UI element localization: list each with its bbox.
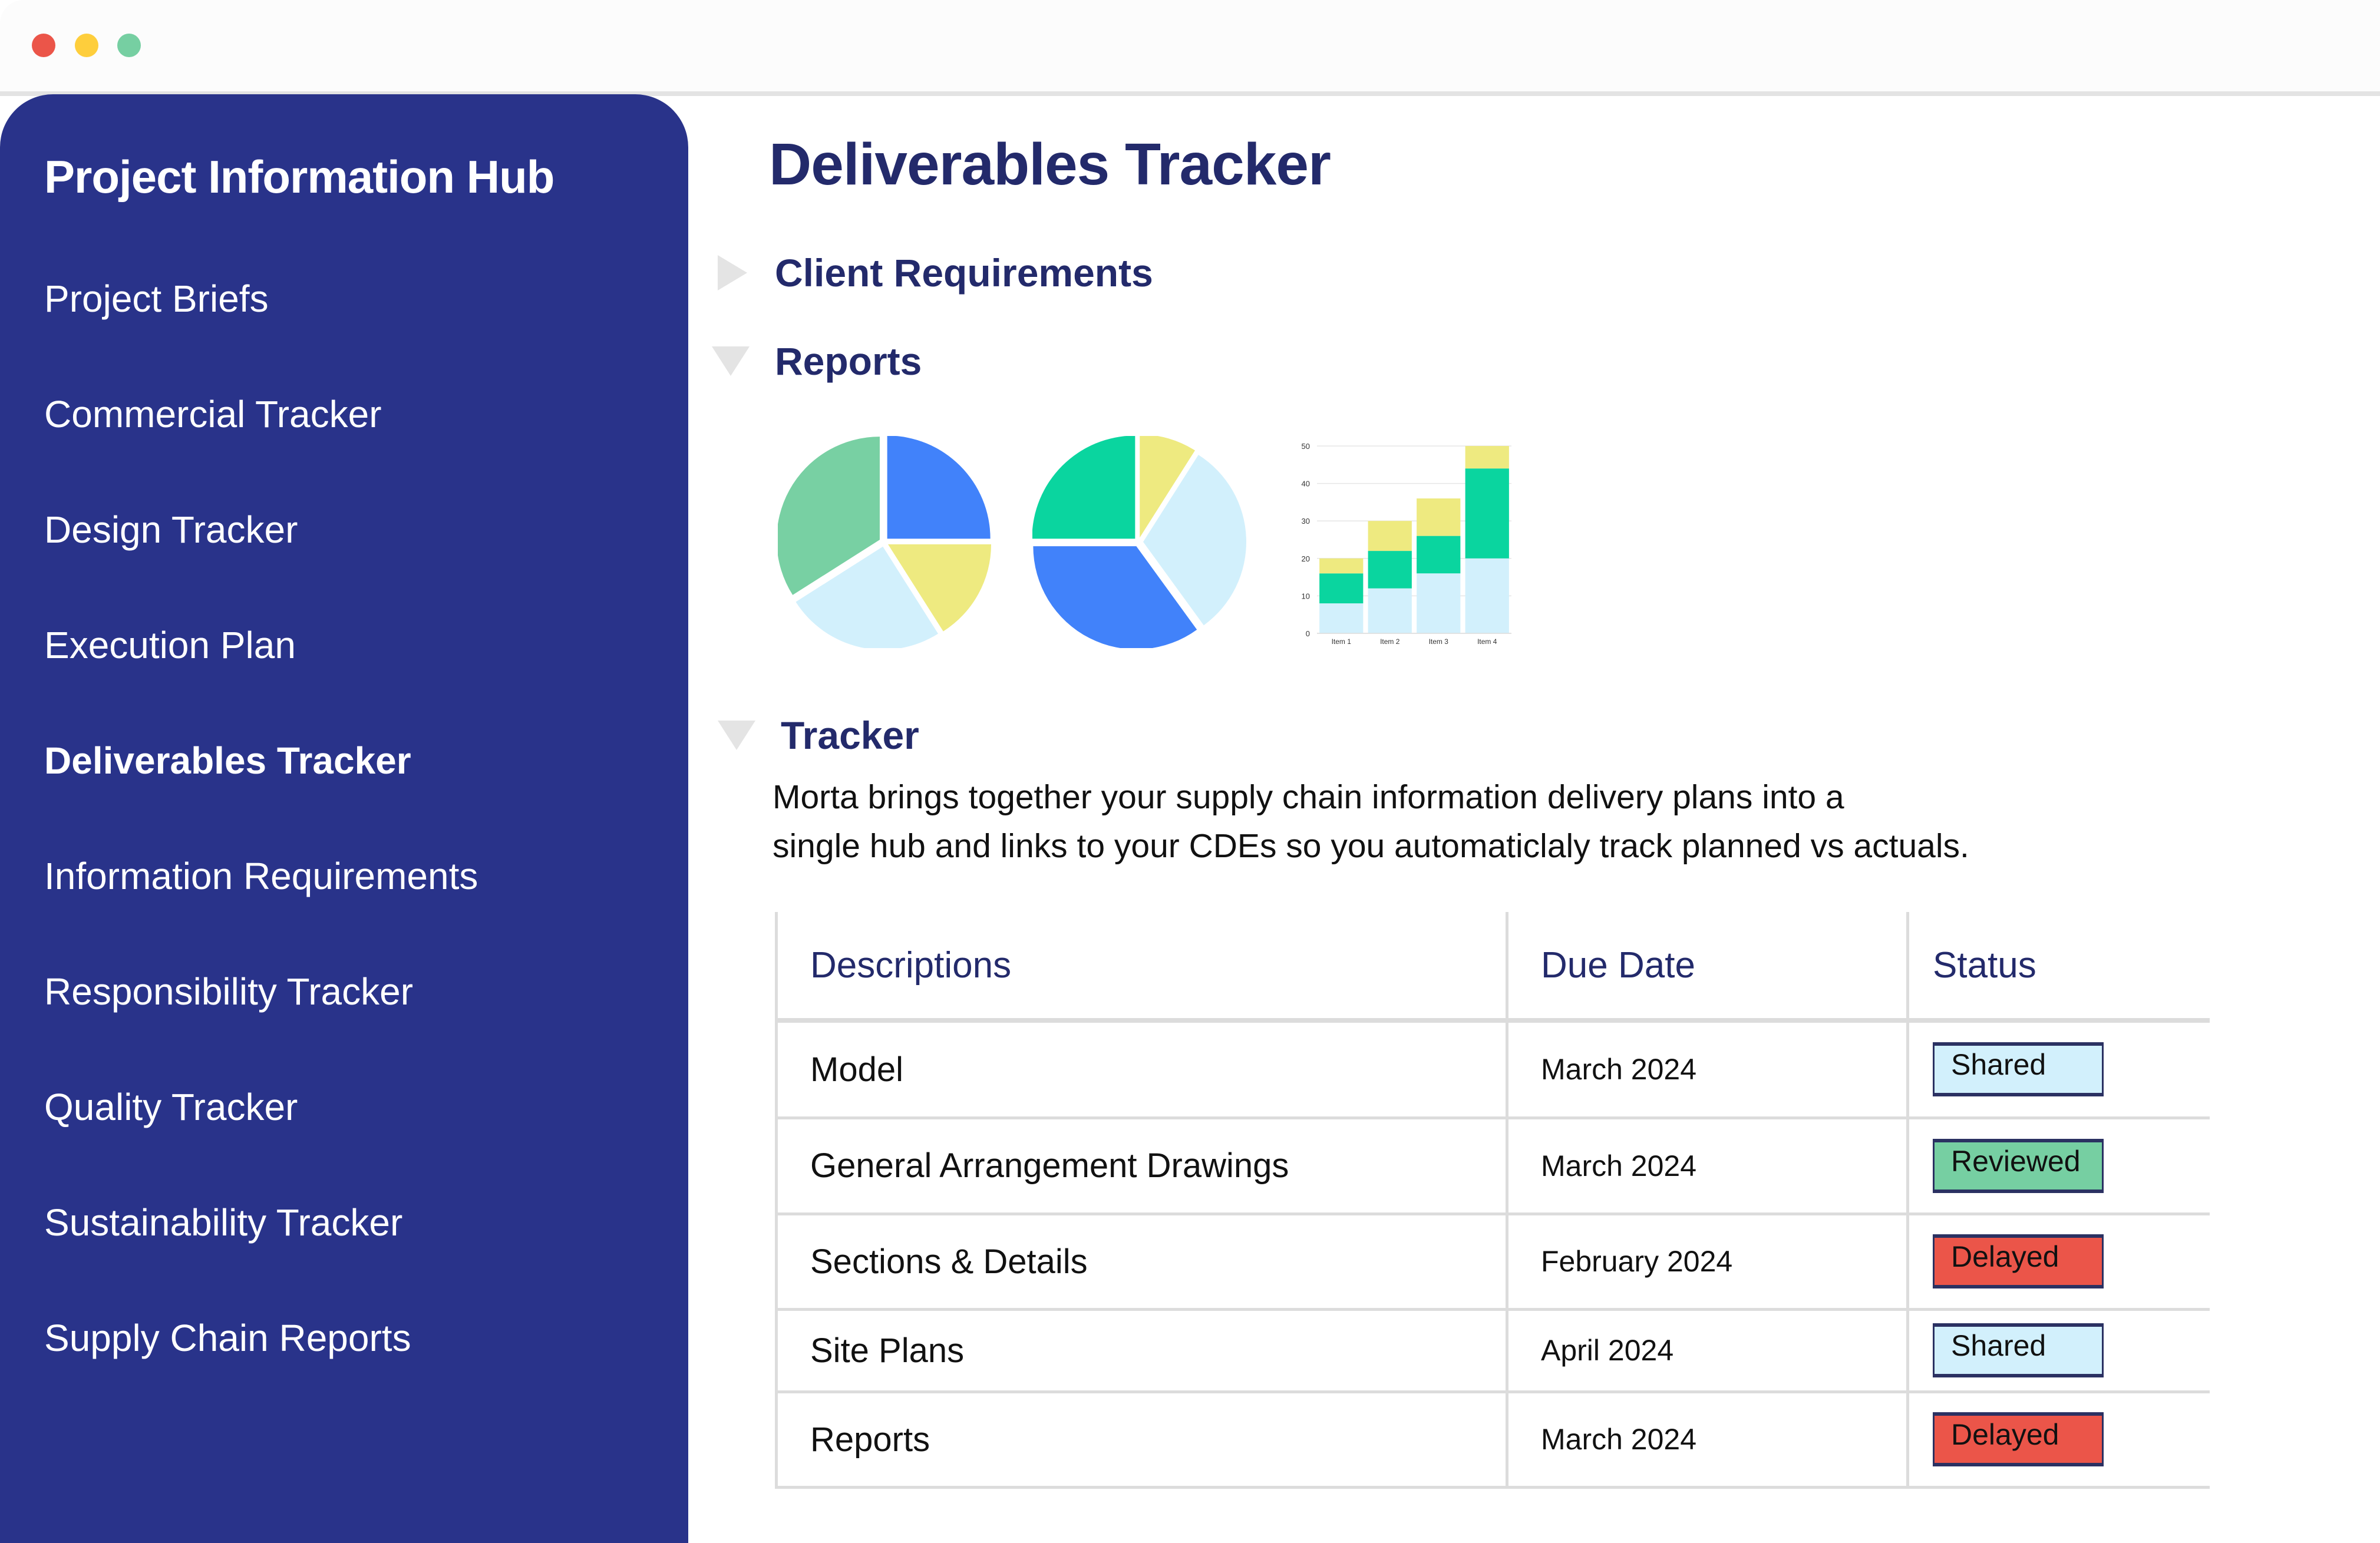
x-tick-label: Item 1 xyxy=(1332,637,1352,645)
table-header-row: Descriptions Due Date Status xyxy=(775,912,2210,1023)
bar-segment xyxy=(1465,446,1509,469)
x-tick-label: Item 3 xyxy=(1429,637,1449,645)
column-header-status[interactable]: Status xyxy=(1906,912,2210,1023)
sidebar-item-project-briefs[interactable]: Project Briefs xyxy=(44,277,269,321)
window-titlebar xyxy=(0,0,2380,96)
column-header-descriptions[interactable]: Descriptions xyxy=(775,912,1507,1023)
bar-segment xyxy=(1319,573,1364,604)
table-row[interactable]: Model March 2024 Shared xyxy=(775,1020,2210,1119)
description-cell[interactable]: Model xyxy=(775,1020,1507,1119)
bar-segment xyxy=(1319,558,1364,574)
description-cell[interactable]: Reports xyxy=(775,1392,1507,1489)
pie-slice xyxy=(887,436,991,539)
y-tick-label: 50 xyxy=(1302,442,1310,451)
sidebar-item-design-tracker[interactable]: Design Tracker xyxy=(44,508,298,551)
minimize-window-button[interactable] xyxy=(75,34,98,57)
section-tracker[interactable]: Tracker xyxy=(718,713,919,758)
section-reports[interactable]: Reports xyxy=(712,339,922,384)
pie-chart-1 xyxy=(778,436,992,648)
sidebar-item-execution-plan[interactable]: Execution Plan xyxy=(44,623,296,667)
status-cell: Shared xyxy=(1906,1020,2210,1119)
status-badge[interactable]: Shared xyxy=(1933,1323,2104,1377)
description-cell[interactable]: Site Plans xyxy=(775,1309,1507,1393)
description-cell[interactable]: General Arrangement Drawings xyxy=(775,1118,1507,1215)
column-header-due-date[interactable]: Due Date xyxy=(1506,912,1908,1023)
due-date-cell[interactable]: March 2024 xyxy=(1506,1020,1908,1119)
y-tick-label: 0 xyxy=(1306,629,1310,638)
bar-segment xyxy=(1417,536,1461,574)
bar-segment xyxy=(1319,603,1364,633)
description-cell[interactable]: Sections & Details xyxy=(775,1214,1507,1311)
status-cell: Reviewed xyxy=(1906,1118,2210,1215)
collapse-arrow-icon[interactable] xyxy=(712,346,750,376)
sidebar-item-quality-tracker[interactable]: Quality Tracker xyxy=(44,1085,298,1129)
x-tick-label: Item 2 xyxy=(1380,637,1400,645)
collapse-arrow-icon[interactable] xyxy=(718,721,755,750)
bar-segment xyxy=(1417,498,1461,536)
table-row[interactable]: Site Plans April 2024 Shared xyxy=(775,1309,2210,1393)
status-cell: Delayed xyxy=(1906,1214,2210,1311)
status-badge[interactable]: Delayed xyxy=(1933,1234,2104,1288)
status-cell: Delayed xyxy=(1906,1392,2210,1489)
pie-slice xyxy=(1032,436,1135,539)
sidebar: Project Information Hub Project Briefs C… xyxy=(0,94,688,1543)
bar-segment xyxy=(1465,468,1509,559)
sidebar-item-deliverables-tracker[interactable]: Deliverables Tracker xyxy=(44,739,411,782)
table-row[interactable]: Reports March 2024 Delayed xyxy=(775,1392,2210,1489)
sidebar-item-supply-chain-reports[interactable]: Supply Chain Reports xyxy=(44,1316,411,1360)
bar-segment xyxy=(1417,573,1461,633)
stacked-bar-chart: 0 10 20 30 40 50 Item 1 Item 2 Item 3 Item 4 xyxy=(1302,442,1511,645)
maximize-window-button[interactable] xyxy=(117,34,141,57)
y-tick-label: 20 xyxy=(1302,554,1310,563)
pie-chart-2 xyxy=(1032,436,1246,648)
status-cell: Shared xyxy=(1906,1309,2210,1393)
x-tick-label: Item 4 xyxy=(1477,637,1497,645)
sidebar-item-sustainability-tracker[interactable]: Sustainability Tracker xyxy=(44,1201,402,1244)
due-date-cell[interactable]: February 2024 xyxy=(1506,1214,1908,1311)
section-client-requirements[interactable]: Client Requirements xyxy=(718,250,1153,295)
section-label: Client Requirements xyxy=(775,251,1153,295)
bar-segment xyxy=(1465,558,1509,633)
description-line: single hub and links to your CDEs so you… xyxy=(773,827,1969,865)
deliverables-table: Descriptions Due Date Status Model March … xyxy=(775,912,2210,1489)
due-date-cell[interactable]: March 2024 xyxy=(1506,1392,1908,1489)
section-label: Reports xyxy=(775,339,922,383)
status-badge[interactable]: Reviewed xyxy=(1933,1138,2104,1193)
y-tick-label: 10 xyxy=(1302,592,1310,600)
due-date-cell[interactable]: March 2024 xyxy=(1506,1118,1908,1215)
expand-arrow-icon[interactable] xyxy=(718,255,747,290)
bar-segment xyxy=(1368,588,1412,633)
y-tick-label: 40 xyxy=(1302,480,1310,488)
sidebar-item-commercial-tracker[interactable]: Commercial Tracker xyxy=(44,392,382,436)
page-title: Deliverables Tracker xyxy=(769,131,1331,197)
section-label: Tracker xyxy=(781,713,919,757)
bar-segment xyxy=(1368,551,1412,589)
y-tick-label: 30 xyxy=(1302,517,1310,526)
description-line: Morta brings together your supply chain … xyxy=(773,778,1844,816)
status-badge[interactable]: Shared xyxy=(1933,1042,2104,1097)
table-row[interactable]: General Arrangement Drawings March 2024 Re… xyxy=(775,1118,2210,1215)
bar-segment xyxy=(1368,521,1412,551)
table-row[interactable]: Sections & Details February 2024 Delayed xyxy=(775,1214,2210,1311)
sidebar-title: Project Information Hub xyxy=(44,151,554,203)
sidebar-item-responsibility-tracker[interactable]: Responsibility Tracker xyxy=(44,970,413,1013)
sidebar-item-information-requirements[interactable]: Information Requirements xyxy=(44,854,478,898)
close-window-button[interactable] xyxy=(32,34,55,57)
status-badge[interactable]: Delayed xyxy=(1933,1412,2104,1466)
due-date-cell[interactable]: April 2024 xyxy=(1506,1309,1908,1393)
